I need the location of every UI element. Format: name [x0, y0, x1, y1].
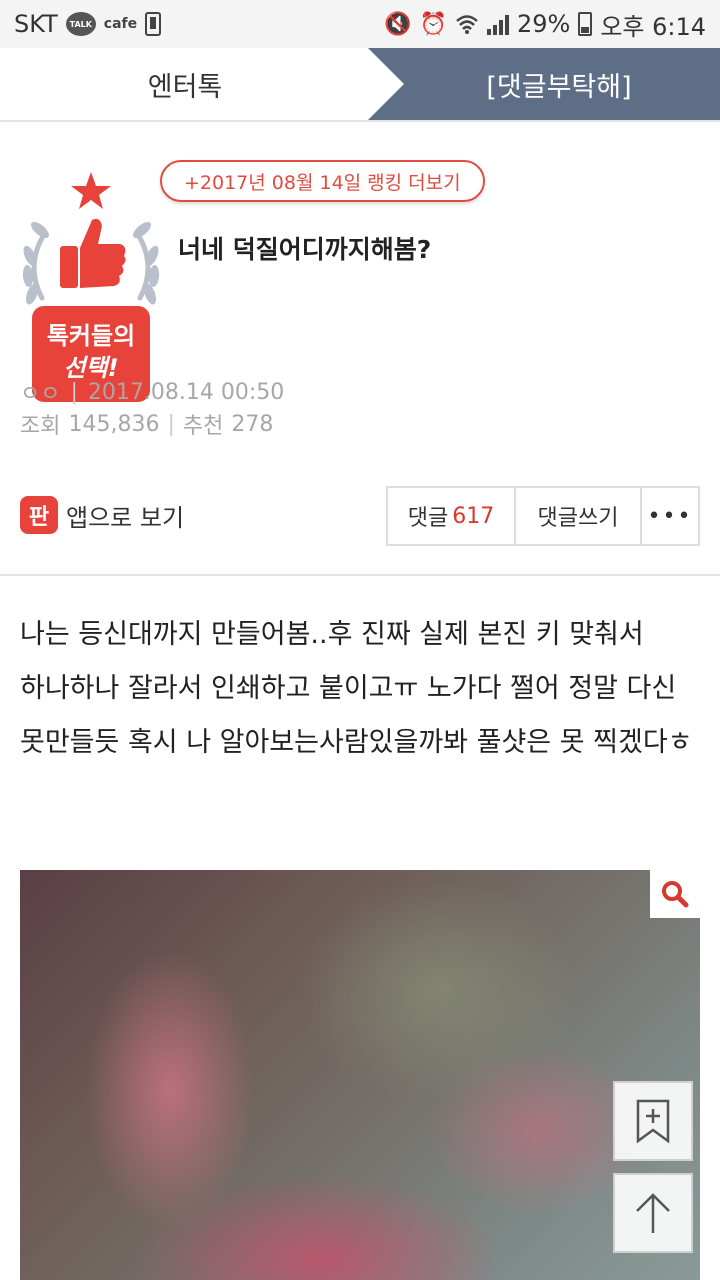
- bookmark-add-icon: [636, 1099, 670, 1144]
- open-in-app-label: 앱으로 보기: [66, 503, 185, 532]
- tab-bar: 엔터톡 [댓글부탁해]: [0, 48, 720, 122]
- open-in-app-link[interactable]: 판 앱으로 보기: [20, 496, 184, 534]
- phone-icon: [145, 12, 162, 36]
- wifi-icon: [456, 15, 478, 34]
- post-meta-stats: 조회 145,836 | 추천 278: [20, 408, 273, 440]
- badge-label-line1: 톡커들의: [46, 322, 136, 350]
- clock: 오후 6:14: [600, 12, 706, 41]
- recommend-count: 278: [231, 411, 274, 437]
- post-body: 나는 등신대까지 만들어봄..후 진짜 실제 본진 키 맞춰서 하나하나 잘라서…: [20, 619, 693, 758]
- meta-divider: |: [70, 379, 78, 405]
- carrier-label: SKT: [14, 10, 58, 38]
- views-count: 145,836: [68, 411, 160, 437]
- tab-entertalk[interactable]: 엔터톡: [0, 48, 370, 120]
- alarm-icon: ⏰: [419, 11, 447, 37]
- post-header: 톡커들의 선택! +2017년 08월 14일 랭킹 더보기 너네 덕질어디까지…: [0, 124, 720, 574]
- post-action-buttons: 댓글 617 댓글쓰기 •••: [386, 486, 700, 546]
- content-divider: [0, 574, 720, 576]
- cafe-icon: cafe: [103, 16, 138, 32]
- ranking-more-link[interactable]: +2017년 08월 14일 랭킹 더보기: [160, 160, 485, 202]
- more-options-button[interactable]: •••: [642, 488, 698, 544]
- arrow-up-icon: [636, 1193, 670, 1233]
- views-label: 조회: [20, 414, 61, 439]
- author-name: ㅇㅇ: [20, 382, 61, 407]
- status-bar: SKT TALK cafe 🔇 ⏰ 29% 오후 6:14: [0, 0, 720, 48]
- pann-app-icon: 판: [20, 496, 58, 534]
- post-date: 2017.08.14 00:50: [87, 379, 285, 405]
- search-icon: [662, 881, 689, 908]
- comments-button[interactable]: 댓글 617: [388, 488, 516, 544]
- kakaotalk-icon: TALK: [65, 12, 96, 36]
- zoom-image-button[interactable]: [650, 870, 700, 918]
- comments-count: 617: [452, 503, 495, 529]
- post-meta-author-date: ㅇㅇ | 2017.08.14 00:50: [20, 376, 284, 408]
- post-title: 너네 덕질어디까지해봄?: [178, 235, 432, 264]
- add-bookmark-button[interactable]: [613, 1081, 693, 1161]
- scroll-top-button[interactable]: [613, 1173, 693, 1253]
- post-image[interactable]: [20, 870, 700, 1280]
- battery-percent: 29%: [516, 10, 571, 38]
- meta-divider: |: [167, 411, 175, 437]
- tab-comment-request[interactable]: [댓글부탁해]: [368, 48, 720, 120]
- recommend-label: 추천: [182, 414, 224, 439]
- comments-label: 댓글: [407, 506, 449, 531]
- signal-icon: [486, 13, 509, 35]
- battery-icon: [578, 12, 593, 36]
- mute-icon: 🔇: [384, 11, 412, 37]
- write-comment-button[interactable]: 댓글쓰기: [516, 488, 642, 544]
